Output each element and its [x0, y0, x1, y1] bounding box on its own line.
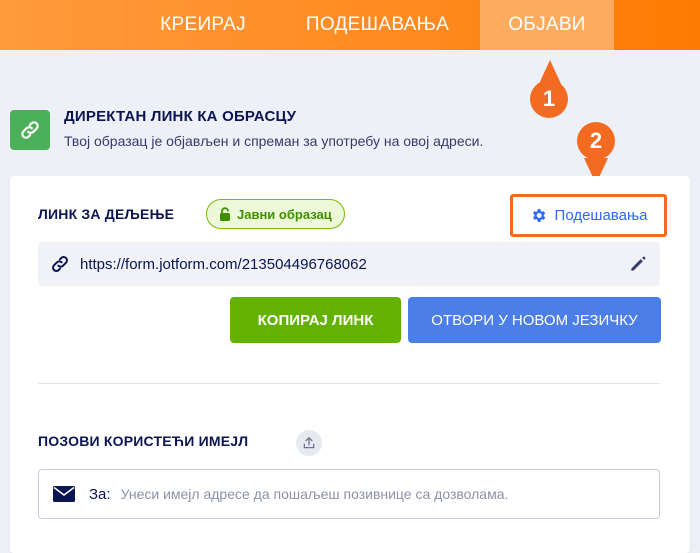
chain-icon — [52, 256, 68, 272]
tab-settings[interactable]: ПОДЕШАВАЊА — [290, 0, 465, 50]
share-link-heading: ЛИНК ЗА ДЕЉЕЊЕ — [38, 206, 175, 222]
form-url-field[interactable]: https://form.jotform.com/213504496768062 — [38, 242, 660, 286]
settings-link-label: Подешавања — [554, 207, 648, 224]
invite-by-email-heading: ПОЗОВИ КОРИСТЕЋИ ИМЕЈЛ — [38, 433, 249, 449]
top-navigation: КРЕИРАЈ ПОДЕШАВАЊА ОБЈАВИ — [0, 0, 700, 50]
section-divider — [38, 383, 660, 384]
page-subtitle: Твој образац је објављен и спреман за уп… — [64, 133, 484, 149]
copy-link-button[interactable]: КОПИРАЈ ЛИНК — [230, 297, 401, 343]
public-form-badge[interactable]: Јавни образац — [206, 199, 345, 229]
lock-icon — [220, 207, 230, 221]
page-title: ДИРЕКТАН ЛИНК КА ОБРАСЦУ — [64, 108, 297, 125]
to-label: За: — [89, 485, 111, 503]
tab-publish[interactable]: ОБЈАВИ — [480, 0, 614, 50]
public-form-badge-label: Јавни образац — [237, 206, 332, 222]
settings-link-button[interactable]: Подешавања — [510, 194, 667, 237]
callout-marker-2: 2 — [577, 122, 615, 160]
envelope-icon — [53, 486, 75, 502]
link-icon — [10, 110, 50, 150]
open-in-new-tab-button[interactable]: ОТВОРИ У НОВОМ ЈЕЗИЧКУ — [408, 297, 661, 343]
pencil-icon[interactable] — [628, 254, 648, 274]
upload-icon[interactable] — [296, 430, 322, 456]
gear-icon — [532, 209, 545, 222]
form-url-text: https://form.jotform.com/213504496768062 — [80, 255, 367, 273]
callout-marker-1: 1 — [530, 80, 568, 118]
tab-create[interactable]: КРЕИРАЈ — [148, 0, 258, 50]
email-invite-field[interactable]: За: — [38, 469, 660, 519]
email-input[interactable] — [120, 486, 601, 502]
